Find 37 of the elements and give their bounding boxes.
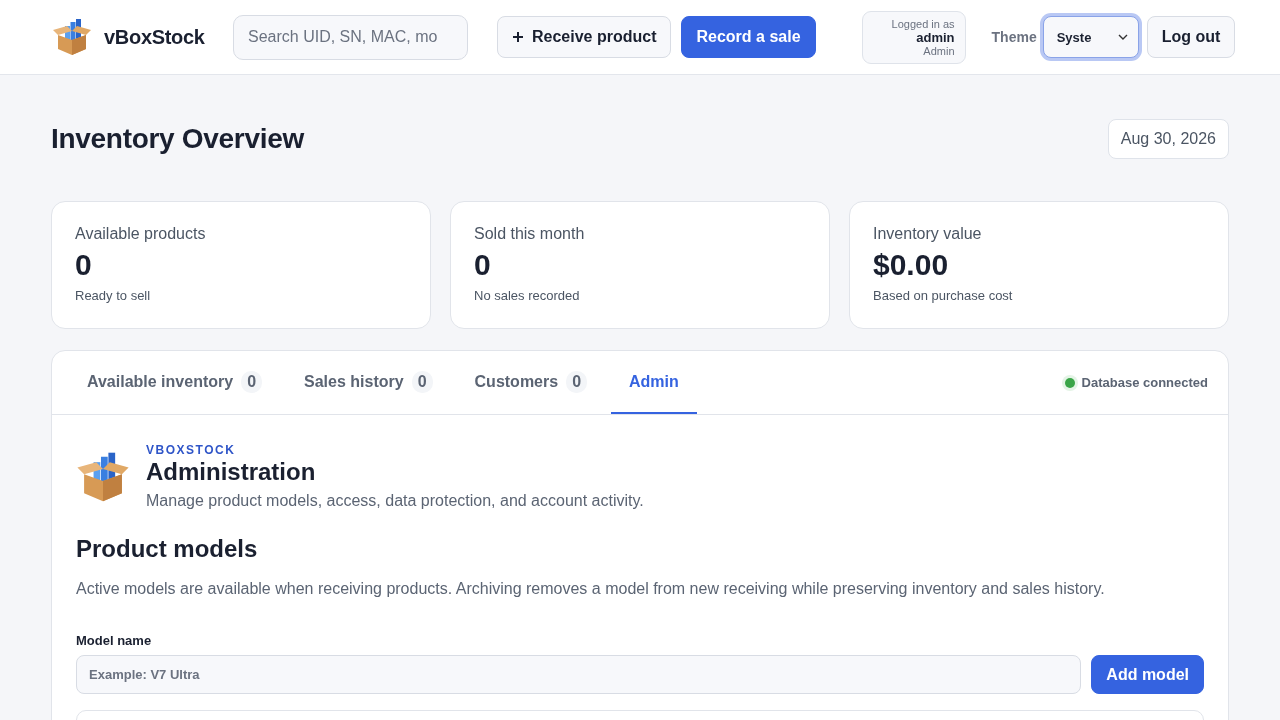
stat-note: Ready to sell [75, 288, 152, 303]
record-sale-button[interactable]: Record a sale [681, 16, 816, 58]
app-name: vBoxStock [104, 25, 205, 49]
stat-value: 0 [474, 248, 492, 282]
stat-note: No sales recorded [474, 288, 581, 303]
stat-label: Inventory value [873, 225, 983, 243]
stat-label: Sold this month [474, 225, 586, 243]
tab[interactable]: Sales history 0 [286, 351, 451, 414]
tab-count: 0 [566, 370, 588, 393]
stat-note: Based on purchase cost [873, 288, 1014, 303]
model-name-field[interactable]: Example: V7 Ultra [76, 655, 1082, 694]
logout-button[interactable]: Log out [1146, 16, 1236, 58]
section-subtitle: Manage product models, access, data protection, and account activity. [146, 492, 644, 510]
models-heading: Product models [76, 535, 259, 563]
stat-value: $0.00 [873, 248, 950, 282]
section-title: Administration [146, 458, 317, 486]
theme-label: Theme [991, 29, 1037, 45]
models-description: Active models are available when receiving products. Archiving removes a model from new receiving while preserving inventory and sales history. [76, 580, 1106, 598]
search-field[interactable]: Search UID, SN, MAC, mo [233, 14, 468, 60]
user-caption: Logged in as [891, 17, 955, 30]
tab[interactable]: Customers 0 [456, 351, 606, 414]
theme-select[interactable]: Syste [1042, 16, 1139, 58]
field-label: Model name [76, 633, 153, 648]
status-text: Database connected [1081, 375, 1208, 390]
tab-count: 0 [411, 370, 433, 393]
tab-count: 0 [241, 370, 263, 393]
page-title: Inventory Overview [51, 122, 304, 155]
section-eyebrow: VBOXSTOCK [146, 443, 237, 457]
user-name: admin [916, 29, 955, 45]
tab[interactable]: Available inventory 0 [69, 351, 281, 414]
add-model-button[interactable]: Add model [1091, 655, 1204, 694]
stat-value: 0 [75, 248, 93, 282]
receive-product-button[interactable]: Receive product [497, 16, 672, 58]
tab[interactable]: Admin [611, 351, 697, 414]
user-role: Admin [923, 44, 955, 57]
date-badge: Aug 30, 2026 [1107, 118, 1229, 159]
stat-label: Available products [75, 225, 207, 243]
